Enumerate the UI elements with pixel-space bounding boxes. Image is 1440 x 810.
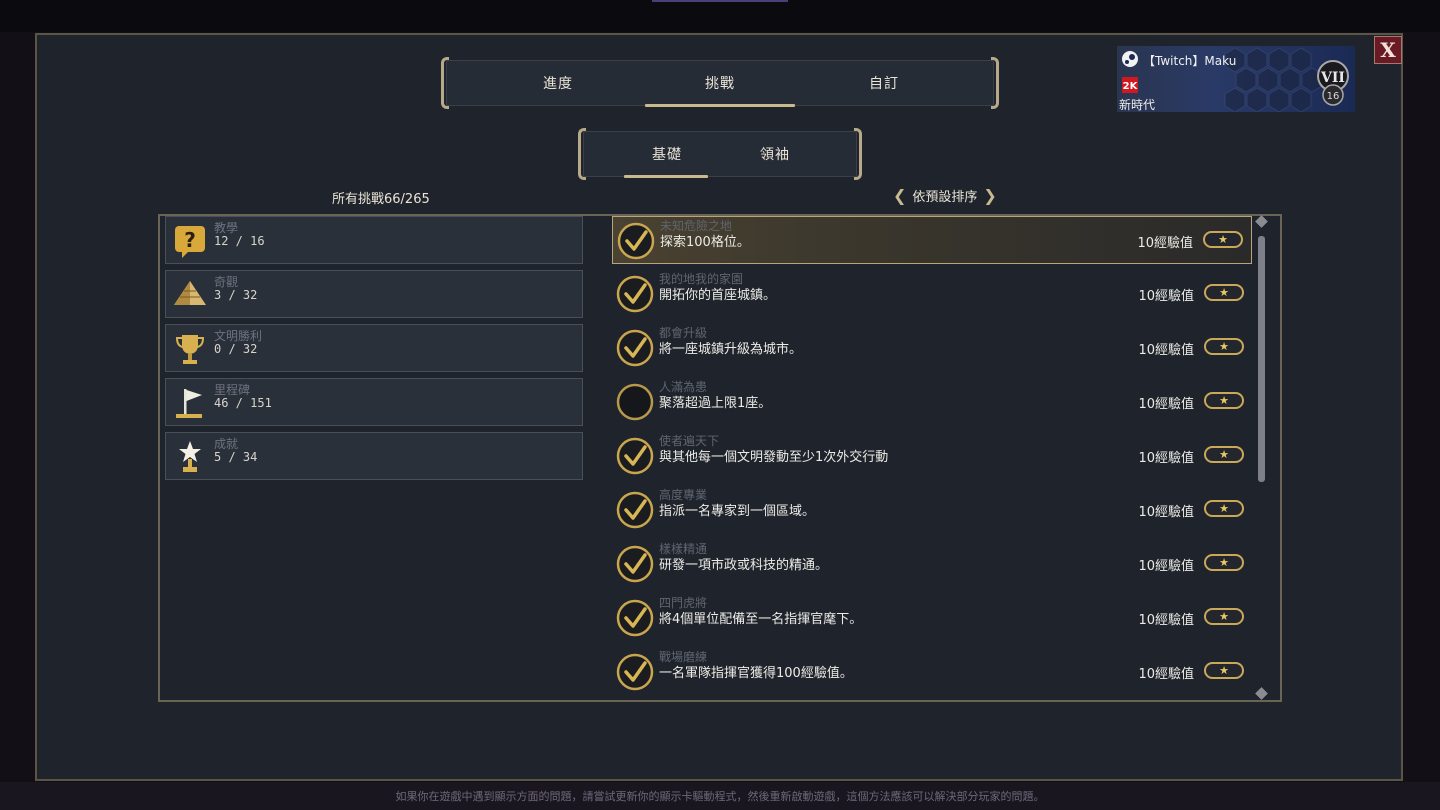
tab-leaders[interactable]: 領袖 [732, 132, 818, 176]
player-era: 新時代 [1119, 98, 1156, 112]
challenge-row[interactable]: 未知危險之地 探索100格位。 10經驗值 ★ [612, 216, 1252, 264]
category-milestones[interactable]: 里程碑 46 / 151 [165, 378, 583, 426]
category-count: 5 / 34 [214, 450, 258, 464]
top-backdrop [0, 0, 1440, 32]
challenge-row[interactable]: 我的地我的家園 開拓你的首座城鎮。 10經驗值 ★ [612, 270, 1252, 318]
sub-tab-bracket-right [854, 128, 862, 180]
player-username: 【Twitch】Maku [1143, 54, 1237, 68]
rank-badge-icon: VII 16 [1317, 60, 1349, 106]
reward-star-icon: ★ [1204, 284, 1244, 301]
challenge-xp: 10經驗值 [1137, 236, 1193, 251]
incomplete-circle-icon [616, 383, 654, 421]
total-challenges-count: 所有挑戰66/265 [332, 192, 430, 207]
sub-tab-bar: 基礎 領袖 [578, 128, 862, 180]
tab-bar-bracket-right [991, 57, 999, 109]
challenge-xp: 10經驗值 [1138, 397, 1194, 412]
challenge-description: 探索100格位。 [660, 235, 750, 250]
tab-challenges[interactable]: 挑戰 [649, 61, 791, 105]
reward-star-icon: ★ [1204, 446, 1244, 463]
svg-text:?: ? [184, 228, 196, 252]
tab-bar-bracket-left [441, 57, 449, 109]
challenge-row[interactable]: 人滿為患 聚落超過上限1座。 10經驗值 ★ [612, 378, 1252, 426]
close-button[interactable]: X [1374, 36, 1402, 64]
challenge-description: 與其他每一個文明發動至少1次外交行動 [659, 450, 889, 465]
category-tutorial[interactable]: ? 教學 12 / 16 [165, 216, 583, 264]
footer-note: 如果你在遊戲中遇到顯示方面的問題，請嘗試更新你的顯示卡驅動程式，然後重新啟動遊戲… [395, 790, 1045, 803]
challenge-row[interactable]: 使者遍天下 與其他每一個文明發動至少1次外交行動 10經驗值 ★ [612, 432, 1252, 480]
active-tab-indicator [645, 104, 795, 107]
challenge-description: 聚落超過上限1座。 [659, 396, 772, 411]
reward-star-icon: ★ [1204, 392, 1244, 409]
sort-prev-arrow-icon[interactable]: ❮ [893, 186, 906, 205]
flag-icon [176, 389, 202, 418]
completed-check-icon [616, 599, 654, 637]
challenge-description: 一名軍隊指揮官獲得100經驗值。 [659, 666, 853, 681]
completed-check-icon [616, 437, 654, 475]
pyramid-icon [174, 281, 206, 305]
challenge-row[interactable]: 戰場磨練 一名軍隊指揮官獲得100經驗值。 10經驗值 ★ [612, 648, 1252, 696]
category-count: 46 / 151 [214, 396, 272, 410]
svg-text:2K: 2K [1123, 81, 1139, 92]
challenge-description: 將一座城鎮升級為城市。 [659, 342, 803, 357]
category-achievements[interactable]: 成就 5 / 34 [165, 432, 583, 480]
reward-star-icon: ★ [1204, 662, 1244, 679]
challenge-xp: 10經驗值 [1138, 505, 1194, 520]
completed-check-icon [616, 491, 654, 529]
category-wonders[interactable]: 奇觀 3 / 32 [165, 270, 583, 318]
challenge-xp: 10經驗值 [1138, 451, 1194, 466]
challenge-xp: 10經驗值 [1138, 343, 1194, 358]
steam-icon [1122, 51, 1138, 67]
completed-check-icon [616, 545, 654, 583]
completed-check-icon [617, 222, 655, 260]
completed-check-icon [616, 329, 654, 367]
reward-star-icon: ★ [1204, 608, 1244, 625]
category-victories[interactable]: 文明勝利 0 / 32 [165, 324, 583, 372]
category-count: 0 / 32 [214, 342, 258, 356]
challenge-xp: 10經驗值 [1138, 559, 1194, 574]
challenge-xp: 10經驗值 [1138, 667, 1194, 682]
challenge-row[interactable]: 四門虎將 將4個單位配備至一名指揮官麾下。 10經驗值 ★ [612, 594, 1252, 642]
challenge-description: 指派一名專家到一個區域。 [659, 504, 816, 519]
challenge-row[interactable]: 高度專業 指派一名專家到一個區域。 10經驗值 ★ [612, 486, 1252, 534]
tab-basics[interactable]: 基礎 [624, 132, 710, 176]
challenge-description: 開拓你的首座城鎮。 [659, 288, 777, 303]
sub-tab-bracket-left [578, 128, 586, 180]
player-profile-card[interactable]: 【Twitch】Maku 2K 新時代 VII 16 [1117, 46, 1355, 112]
player-level: 16 [1327, 91, 1340, 102]
question-icon: ? [175, 226, 205, 258]
challenge-row[interactable]: 樣樣精通 研發一項市政或科技的精通。 10經驗值 ★ [612, 540, 1252, 588]
scrollbar-thumb[interactable] [1258, 236, 1265, 482]
completed-check-icon [616, 275, 654, 313]
completed-check-icon [616, 653, 654, 691]
sort-next-arrow-icon[interactable]: ❯ [983, 186, 996, 205]
challenge-description: 將4個單位配備至一名指揮官麾下。 [659, 612, 863, 627]
2k-logo-icon: 2K [1122, 77, 1139, 93]
category-count: 12 / 16 [214, 234, 265, 248]
main-tab-bar: 進度 挑戰 自訂 [441, 57, 999, 109]
sort-label: 依預設排序 [912, 190, 978, 205]
sort-control[interactable]: ❮ 依預設排序 ❯ [893, 186, 997, 205]
rank-numeral: VII [1320, 70, 1345, 86]
reward-star-icon: ★ [1204, 338, 1244, 355]
star-trophy-icon [179, 441, 201, 472]
challenge-description: 研發一項市政或科技的精通。 [659, 558, 829, 573]
challenge-xp: 10經驗值 [1138, 289, 1194, 304]
challenge-xp: 10經驗值 [1138, 613, 1194, 628]
tab-custom[interactable]: 自訂 [813, 61, 955, 105]
reward-star-icon: ★ [1204, 554, 1244, 571]
reward-star-icon: ★ [1204, 500, 1244, 517]
challenge-row[interactable]: 都會升級 將一座城鎮升級為城市。 10經驗值 ★ [612, 324, 1252, 372]
reward-star-icon: ★ [1203, 231, 1243, 248]
tab-progress[interactable]: 進度 [487, 61, 629, 105]
trophy-icon [175, 335, 205, 364]
category-count: 3 / 32 [214, 288, 258, 302]
top-accent-line [652, 0, 788, 2]
active-subtab-indicator [624, 175, 708, 178]
